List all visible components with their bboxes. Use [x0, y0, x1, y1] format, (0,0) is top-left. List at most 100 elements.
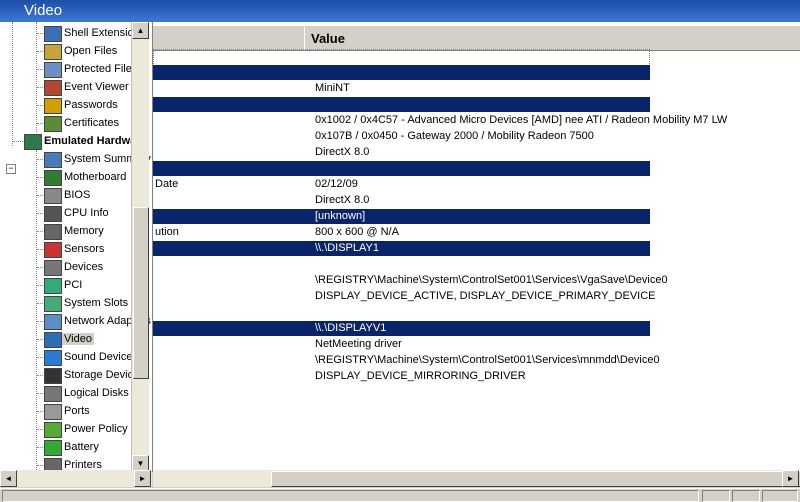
tree-item-label: Sensors	[64, 243, 105, 255]
list-header: Value	[153, 26, 800, 51]
key-icon	[44, 98, 62, 114]
memory-icon	[44, 224, 62, 240]
status-panel-4	[762, 490, 798, 502]
row-value: [unknown]	[315, 210, 366, 222]
row-value: DISPLAY_DEVICE_ACTIVE, DISPLAY_DEVICE_PR…	[315, 290, 656, 302]
event-viewer-icon	[44, 80, 62, 96]
tree-item-label: CPU Info	[64, 207, 109, 219]
table-row[interactable]: DISPLAY_DEVICE_MIRRORING_DRIVER	[153, 369, 650, 384]
power-icon	[44, 422, 62, 438]
table-row[interactable]: 0x107B / 0x0450 - Gateway 2000 / Mobilit…	[153, 129, 650, 144]
status-panel-2	[702, 490, 730, 502]
tree-item-label: Power Policy	[64, 423, 128, 435]
scroll-left-button[interactable]: ◄	[0, 470, 17, 487]
column-header-value[interactable]: Value	[304, 26, 800, 50]
table-row[interactable]: [unknown]	[153, 209, 650, 224]
tree-item-label: Logical Disks	[64, 387, 129, 399]
table-row[interactable]: MiniNT	[153, 81, 650, 96]
tree-connector	[13, 141, 23, 142]
tree-item-label: Memory	[64, 225, 104, 237]
shell-extensions-icon	[44, 26, 62, 42]
tree-item-label: Sound Devices	[64, 351, 138, 363]
row-value: MiniNT	[315, 82, 350, 94]
row-value: \REGISTRY\Machine\System\ControlSet001\S…	[315, 274, 668, 286]
details-list[interactable]: Value MiniNT 0x1002 / 0x4C57 - Advanced M…	[153, 22, 800, 470]
pci-icon	[44, 278, 62, 294]
window-title: Video	[24, 2, 63, 19]
monitor-icon	[44, 332, 62, 348]
system-summary-icon	[44, 152, 62, 168]
tree-item-label: BIOS	[64, 189, 91, 201]
table-row[interactable]	[153, 97, 650, 112]
battery-icon	[44, 440, 62, 456]
speaker-icon	[44, 350, 62, 366]
tree-item-label: Passwords	[64, 99, 118, 111]
system-slots-icon	[44, 296, 62, 312]
table-row[interactable]: ution 800 x 600 @ N/A	[153, 225, 650, 240]
table-row[interactable]: NetMeeting driver	[153, 337, 650, 352]
table-row[interactable]: \\.\DISPLAYV1	[153, 321, 650, 336]
table-row[interactable]: \REGISTRY\Machine\System\ControlSet001\S…	[153, 273, 800, 288]
tree-item-label: Protected Files	[64, 63, 138, 75]
scroll-up-button[interactable]: ▲	[132, 22, 149, 39]
list-horizontal-scrollbar[interactable]: ►	[153, 470, 800, 487]
table-row[interactable]: DirectX 8.0	[153, 145, 650, 160]
tree-vertical-scrollbar[interactable]: ▲ ▼	[131, 22, 149, 472]
table-row[interactable]: \REGISTRY\Machine\System\ControlSet001\S…	[153, 353, 800, 368]
tree-item-label: Ports	[64, 405, 90, 417]
tree-item-label: Certificates	[64, 117, 120, 129]
table-row[interactable]: 0x1002 / 0x4C57 - Advanced Micro Devices…	[153, 113, 800, 128]
row-value: NetMeeting driver	[315, 338, 402, 350]
network-adapter-icon	[44, 314, 62, 330]
tree-item-label: Motherboard	[64, 171, 127, 183]
table-row[interactable]	[153, 161, 650, 176]
cpu-icon	[44, 206, 62, 222]
table-row[interactable]	[153, 50, 650, 65]
tree-item-label: Open Files	[64, 45, 118, 57]
hardware-icon	[24, 134, 42, 150]
row-value: \REGISTRY\Machine\System\ControlSet001\S…	[315, 354, 660, 366]
list-scroll-thumb[interactable]	[271, 471, 800, 487]
status-panel-main	[2, 490, 699, 502]
table-row[interactable]: DirectX 8.0	[153, 193, 650, 208]
row-field: Date	[155, 178, 179, 190]
table-row[interactable]: \\.\DISPLAY1	[153, 241, 650, 256]
table-row[interactable]: Date 02/12/09	[153, 177, 650, 192]
title-bar: Video	[0, 0, 800, 22]
protected-files-icon	[44, 62, 62, 78]
status-panel-3	[732, 490, 760, 502]
list-scroll-right-button[interactable]: ►	[782, 470, 799, 487]
tree-horizontal-scrollbar[interactable]: ◄ ►	[0, 470, 152, 487]
storage-icon	[44, 368, 62, 384]
row-value: DirectX 8.0	[315, 194, 370, 206]
collapse-toggle[interactable]: −	[6, 164, 16, 174]
scroll-right-button[interactable]: ►	[134, 470, 151, 487]
row-value: 800 x 600 @ N/A	[315, 226, 399, 238]
tree-item-label: Battery	[64, 441, 99, 453]
devices-icon	[44, 260, 62, 276]
open-files-icon	[44, 44, 62, 60]
row-value: 02/12/09	[315, 178, 358, 190]
row-value: \\.\DISPLAYV1	[315, 322, 387, 334]
row-value: 0x1002 / 0x4C57 - Advanced Micro Devices…	[315, 114, 728, 126]
table-row[interactable]	[153, 65, 650, 80]
table-row[interactable]	[153, 305, 650, 320]
row-value: DISPLAY_DEVICE_MIRRORING_DRIVER	[315, 370, 526, 382]
ports-icon	[44, 404, 62, 420]
tree-item-label: Devices	[64, 261, 104, 273]
motherboard-icon	[44, 170, 62, 186]
bios-icon	[44, 188, 62, 204]
sensors-icon	[44, 242, 62, 258]
row-field: ution	[155, 226, 179, 238]
tree-scroll-thumb[interactable]	[133, 207, 149, 379]
tree-item-label: PCI	[64, 279, 83, 291]
row-value: 0x107B / 0x0450 - Gateway 2000 / Mobilit…	[315, 130, 594, 142]
table-row[interactable]	[153, 257, 650, 272]
certificate-icon	[44, 116, 62, 132]
row-value: DirectX 8.0	[315, 146, 370, 158]
row-value: \\.\DISPLAY1	[315, 242, 379, 254]
table-row[interactable]: DISPLAY_DEVICE_ACTIVE, DISPLAY_DEVICE_PR…	[153, 289, 656, 304]
column-header-field[interactable]	[153, 26, 305, 50]
disk-icon	[44, 386, 62, 402]
status-bar	[0, 488, 800, 502]
